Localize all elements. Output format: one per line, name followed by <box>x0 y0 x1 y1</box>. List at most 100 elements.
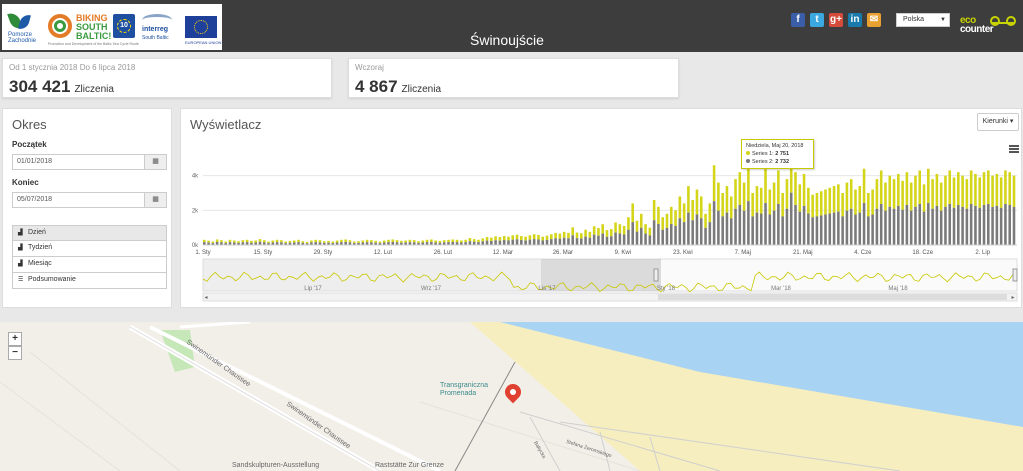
twitter-icon[interactable]: t <box>810 13 824 27</box>
bar-series-2 <box>468 241 472 245</box>
language-select[interactable]: Polska ▼ <box>896 13 950 27</box>
mail-icon[interactable]: ✉ <box>867 13 881 27</box>
zoom-in-button[interactable]: + <box>8 332 22 346</box>
bar-series-2 <box>627 229 630 245</box>
stat-label: Wczoraj <box>355 63 384 72</box>
bar-series-2 <box>712 201 716 245</box>
bar-series-2 <box>481 241 485 245</box>
pomorze-logo: Pomorze Zachodnie <box>6 10 42 44</box>
bar-series-1 <box>978 177 982 208</box>
bar-series-1 <box>1004 170 1007 205</box>
bar-series-1 <box>909 182 913 211</box>
bar-series-2 <box>819 215 823 245</box>
poi-label: Transgraniczna Promenada <box>440 382 488 397</box>
bar-series-2 <box>1004 204 1007 245</box>
bar-series-1 <box>344 239 347 242</box>
calendar-icon[interactable]: ▦ <box>144 155 166 169</box>
bar-series-2 <box>524 240 527 245</box>
bar-series-2 <box>785 208 789 245</box>
bar-series-2 <box>922 211 926 245</box>
navigator-label: Lip '17 <box>304 286 322 292</box>
bar-series-2 <box>824 214 827 245</box>
bar-series-1 <box>370 240 373 243</box>
bar-series-2 <box>738 204 742 245</box>
bar-series-2 <box>905 204 909 245</box>
bar-series-2 <box>622 234 626 245</box>
bar-series-1 <box>455 239 459 243</box>
chart-menu-icon[interactable] <box>1009 145 1019 153</box>
bar-series-1 <box>374 240 377 243</box>
bar-series-1 <box>241 240 245 243</box>
bar-series-1 <box>738 172 742 205</box>
bar-series-1 <box>605 230 609 237</box>
bar-series-2 <box>498 240 502 245</box>
bar-series-1 <box>807 187 810 214</box>
bar-series-2 <box>657 224 660 245</box>
period-summary[interactable]: ☰ Podsumowanie <box>12 273 167 289</box>
bar-series-1 <box>875 179 879 209</box>
start-date-input[interactable]: 01/01/2018 ▦ <box>12 154 167 170</box>
bar-series-1 <box>918 170 922 205</box>
bar-series-1 <box>674 210 677 226</box>
google-plus-icon[interactable]: g+ <box>829 13 843 27</box>
period-panel: Okres Początek 01/01/2018 ▦ Koniec 05/07… <box>2 108 172 308</box>
bar-series-1 <box>348 240 352 243</box>
bar-series-1 <box>515 234 519 240</box>
bar-series-2 <box>961 206 964 245</box>
bar-series-1 <box>879 170 883 205</box>
bar-series-2 <box>854 214 857 245</box>
bar-series-1 <box>751 193 754 217</box>
bar-series-1 <box>365 239 369 243</box>
period-month[interactable]: ▟ Miesiąc <box>12 257 167 273</box>
scrollbar-thumb <box>658 294 1007 300</box>
bar-series-2 <box>682 222 686 245</box>
bar-series-1 <box>939 182 943 211</box>
bar-series-1 <box>927 168 930 204</box>
bar-series-1 <box>391 239 395 242</box>
location-map[interactable]: + − Swinemünder Chaussee Swinemünder Cha… <box>0 322 1023 471</box>
bar-series-1 <box>832 186 836 213</box>
bar-series-2 <box>798 211 802 245</box>
stat-card-yesterday: Wczoraj 4 867 Zliczenia <box>348 58 679 98</box>
bar-series-1 <box>935 173 939 206</box>
bar-series-2 <box>914 206 917 245</box>
linkedin-icon[interactable]: in <box>848 13 862 27</box>
bar-series-1 <box>567 232 570 239</box>
bar-series-1 <box>434 240 437 243</box>
directions-button[interactable]: Kierunki ▾ <box>977 113 1019 131</box>
bar-series-1 <box>687 186 690 213</box>
bar-series-1 <box>948 170 952 205</box>
facebook-icon[interactable]: f <box>791 13 805 27</box>
eco-counter-logo[interactable]: eco counter <box>960 10 1022 40</box>
bar-series-2 <box>987 204 990 245</box>
bar-series-1 <box>708 203 712 223</box>
calendar-icon[interactable]: ▦ <box>144 193 166 207</box>
bar-series-1 <box>485 237 489 241</box>
bar-series-2 <box>592 234 596 245</box>
bar-series-2 <box>794 204 797 245</box>
bar-series-2 <box>618 233 622 245</box>
bar-series-2 <box>879 204 883 245</box>
bar-series-1 <box>532 234 536 240</box>
bar-series-1 <box>982 172 986 205</box>
end-date-input[interactable]: 05/07/2018 ▦ <box>12 192 167 208</box>
zoom-out-button[interactable]: − <box>8 346 22 360</box>
bar-series-1 <box>314 239 317 243</box>
bar-series-2 <box>665 227 669 245</box>
bar-series-2 <box>485 240 489 245</box>
bar-series-2 <box>648 235 652 245</box>
bar-series-2 <box>751 216 754 245</box>
bar-series-1 <box>322 241 326 243</box>
count-chart[interactable]: 0k 2k 4k 1. Sty 15. Sty 29. Sty 12. Lut 26. Lut… <box>181 109 1023 309</box>
bar-series-1 <box>254 240 257 243</box>
bar-series-2 <box>777 204 780 245</box>
bar-series-1 <box>451 239 455 242</box>
period-day[interactable]: ▟ Dzień <box>12 225 167 241</box>
bar-series-1 <box>862 168 866 204</box>
bar-series-1 <box>537 234 540 240</box>
period-week[interactable]: ▟ Tydzień <box>12 241 167 257</box>
bar-series-1 <box>871 189 874 215</box>
bar-series-2 <box>991 206 994 245</box>
bar-series-1 <box>734 179 737 209</box>
navigator-handle <box>1012 268 1018 282</box>
